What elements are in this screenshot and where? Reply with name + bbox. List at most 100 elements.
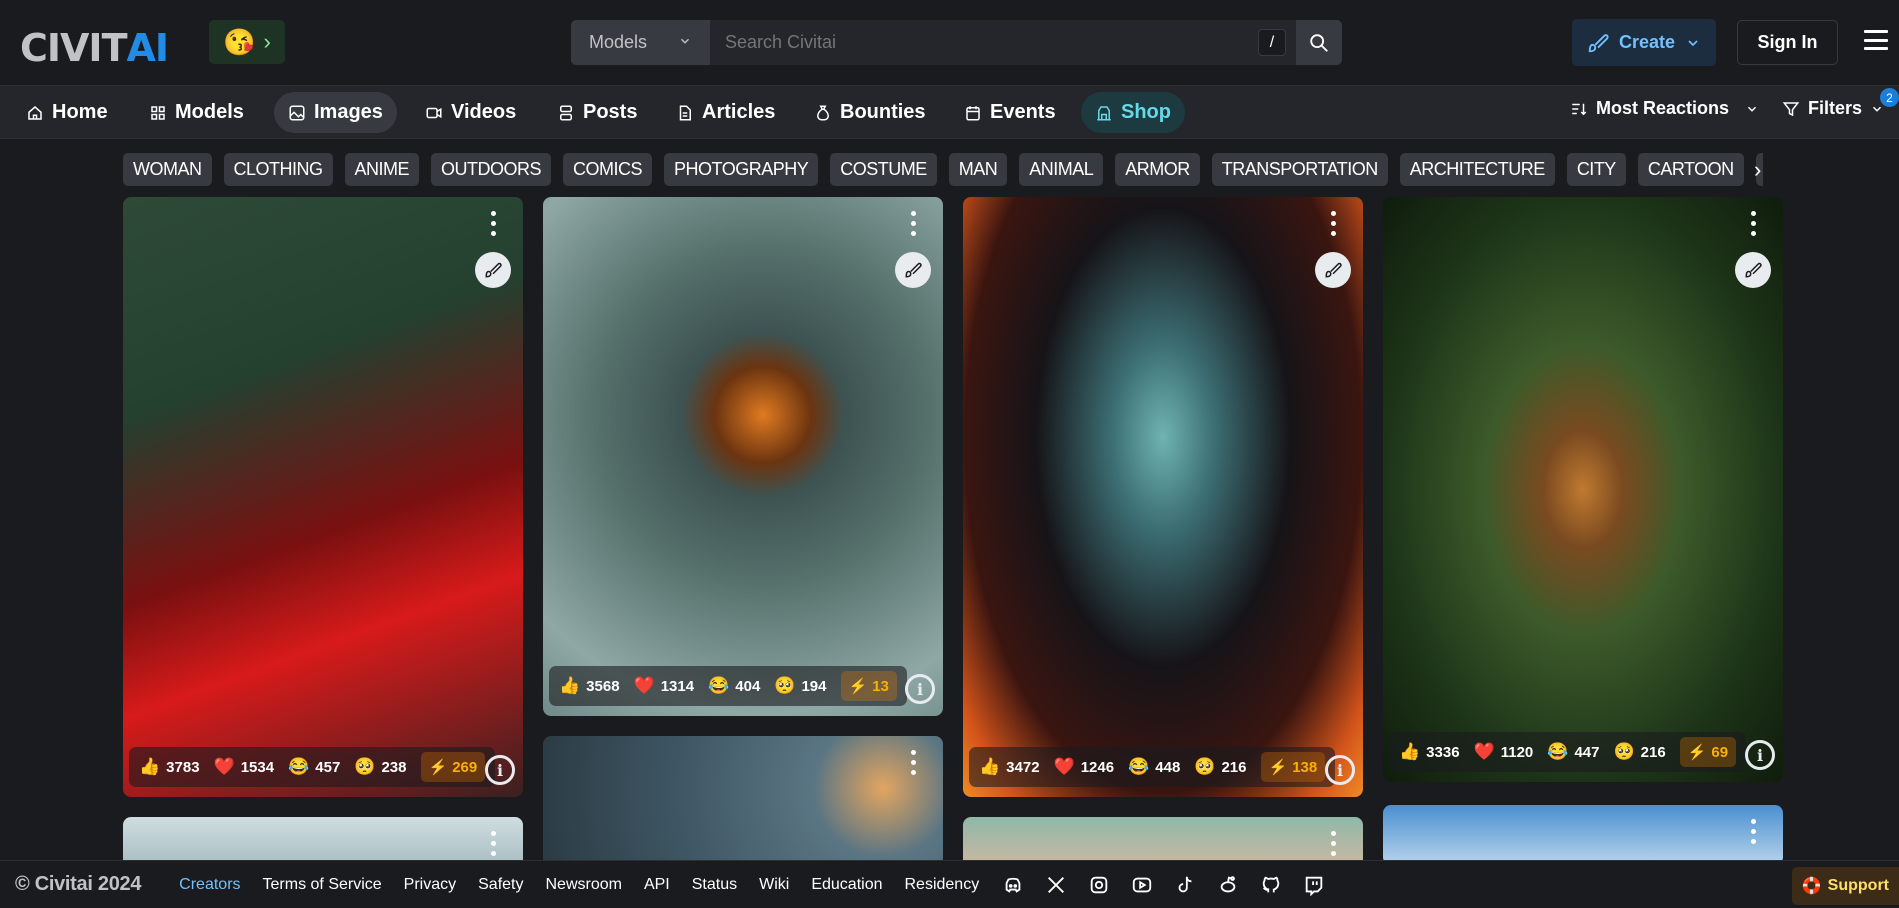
info-icon[interactable]: i — [905, 674, 935, 704]
tag-chip[interactable]: ARMOR — [1115, 153, 1200, 186]
footer-link-safety[interactable]: Safety — [478, 876, 523, 894]
nav-events[interactable]: Events — [950, 92, 1070, 133]
twitch-icon[interactable] — [1302, 873, 1326, 897]
nav-shop[interactable]: Shop — [1081, 92, 1185, 133]
remix-button[interactable] — [1315, 252, 1351, 288]
heart-reaction[interactable]: ❤️ 1534 — [214, 757, 275, 777]
nav-bounties[interactable]: Bounties — [800, 92, 940, 133]
youtube-icon[interactable] — [1130, 873, 1154, 897]
tag-chip[interactable]: CLOTHING — [223, 153, 333, 186]
image-card[interactable]: 👍 3783 ❤️ 1534 😂 457 🥺 238 ⚡ 269 i — [123, 197, 523, 797]
laugh-reaction[interactable]: 😂 404 — [708, 676, 760, 696]
image-card[interactable]: 👍 3472 ❤️ 1246 😂 448 🥺 216 ⚡ 138 i — [963, 197, 1363, 797]
tag-chip[interactable]: CITY — [1566, 153, 1626, 186]
tag-chip[interactable]: CARTOON — [1637, 153, 1744, 186]
remix-button[interactable] — [1735, 252, 1771, 288]
buzz-tip[interactable]: ⚡ 69 — [1679, 737, 1737, 767]
hamburger-menu-icon[interactable] — [1864, 30, 1888, 50]
image-card[interactable]: 👍 3336 ❤️ 1120 😂 447 🥺 216 ⚡ 69 i — [1383, 197, 1783, 782]
thumbs-up-icon: 👍 — [139, 757, 161, 776]
more-menu-icon[interactable] — [491, 831, 497, 856]
reddit-icon[interactable] — [1216, 873, 1240, 897]
cry-reaction[interactable]: 🥺 216 — [1613, 742, 1665, 762]
nav-videos[interactable]: Videos — [411, 92, 530, 133]
search-scope-select[interactable]: Models — [571, 20, 710, 65]
tag-chip[interactable]: OUTDOORS — [431, 153, 552, 186]
tag-chip[interactable]: MAN — [948, 153, 1008, 186]
cry-reaction[interactable]: 🥺 216 — [1194, 757, 1246, 777]
more-menu-icon[interactable] — [1331, 211, 1337, 236]
footer-link-terms[interactable]: Terms of Service — [263, 876, 382, 894]
emoji-button[interactable]: 😘 › — [209, 20, 285, 64]
footer-link-api[interactable]: API — [644, 876, 670, 894]
footer-link-privacy[interactable]: Privacy — [404, 876, 456, 894]
instagram-icon[interactable] — [1087, 873, 1111, 897]
info-icon[interactable]: i — [485, 755, 515, 785]
x-icon[interactable] — [1044, 873, 1068, 897]
more-menu-icon[interactable] — [911, 750, 917, 775]
cry-reaction[interactable]: 🥺 194 — [774, 676, 826, 696]
footer-link-creators[interactable]: Creators — [179, 876, 240, 894]
remix-button[interactable] — [475, 252, 511, 288]
image-card[interactable] — [543, 736, 943, 866]
buzz-tip[interactable]: ⚡ 13 — [840, 671, 897, 701]
filters-dropdown[interactable]: Filters — [1782, 98, 1884, 119]
buzz-tip[interactable]: ⚡ 138 — [1260, 752, 1326, 782]
discord-icon[interactable] — [1001, 873, 1025, 897]
tag-chip[interactable]: ARCHITECTURE — [1399, 153, 1555, 186]
info-icon[interactable]: i — [1745, 740, 1775, 770]
nav-posts[interactable]: Posts — [543, 92, 651, 133]
tag-chip[interactable]: ANIME — [344, 153, 420, 186]
heart-reaction[interactable]: ❤️ 1314 — [634, 676, 695, 696]
more-menu-icon[interactable] — [911, 211, 917, 236]
civitai-logo[interactable]: CIVIT AI — [20, 26, 169, 70]
remix-button[interactable] — [895, 252, 931, 288]
more-menu-icon[interactable] — [1751, 819, 1757, 844]
heart-reaction[interactable]: ❤️ 1120 — [1474, 742, 1534, 762]
tag-chip[interactable]: WOMAN — [123, 153, 212, 186]
footer-link-newsroom[interactable]: Newsroom — [545, 876, 621, 894]
like-reaction[interactable]: 👍 3568 — [559, 676, 620, 696]
more-menu-icon[interactable] — [1331, 831, 1337, 856]
nav-images[interactable]: Images — [274, 92, 397, 133]
footer-link-wiki[interactable]: Wiki — [759, 876, 789, 894]
github-icon[interactable] — [1259, 873, 1283, 897]
tag-chip[interactable]: COMICS — [563, 153, 653, 186]
image-card[interactable]: 👍 3568 ❤️ 1314 😂 404 🥺 194 ⚡ 13 i — [543, 197, 943, 716]
support-button[interactable]: 🛟 Support — [1791, 867, 1899, 905]
sign-in-button[interactable]: Sign In — [1737, 20, 1838, 65]
like-reaction[interactable]: 👍 3783 — [139, 757, 200, 777]
like-reaction[interactable]: 👍 3336 — [1399, 742, 1460, 762]
cry-reaction[interactable]: 🥺 238 — [354, 757, 406, 777]
social-links — [1001, 873, 1326, 897]
home-icon — [28, 105, 42, 120]
tag-chip[interactable]: ANIMAL — [1019, 153, 1104, 186]
nav-models[interactable]: Models — [135, 92, 258, 133]
more-menu-icon[interactable] — [1751, 211, 1757, 236]
info-icon[interactable]: i — [1325, 755, 1355, 785]
reaction-bar: 👍 3783 ❤️ 1534 😂 457 🥺 238 ⚡ 269 — [129, 747, 496, 787]
tag-chip[interactable]: PHOTOGRAPHY — [664, 153, 819, 186]
tag-chip[interactable]: COSTUME — [830, 153, 937, 186]
laugh-reaction[interactable]: 😂 447 — [1547, 742, 1599, 762]
footer-link-status[interactable]: Status — [692, 876, 737, 894]
heart-reaction[interactable]: ❤️ 1246 — [1054, 757, 1115, 777]
search-input[interactable] — [710, 20, 1296, 65]
like-reaction[interactable]: 👍 3472 — [979, 757, 1040, 777]
image-card[interactable] — [1383, 805, 1783, 865]
search-button[interactable] — [1296, 20, 1342, 65]
footer-link-residency[interactable]: Residency — [905, 876, 980, 894]
nav-home[interactable]: Home — [12, 92, 122, 133]
brush-icon — [1325, 262, 1342, 278]
more-menu-icon[interactable] — [491, 211, 497, 236]
tag-chip[interactable]: TRANSPORTATION — [1211, 153, 1388, 186]
create-button[interactable]: Create — [1572, 19, 1716, 66]
sort-dropdown[interactable]: Most Reactions — [1570, 98, 1759, 119]
tags-scroll-right-icon[interactable]: › — [1754, 153, 1776, 186]
buzz-tip[interactable]: ⚡ 269 — [420, 752, 486, 782]
footer-link-education[interactable]: Education — [811, 876, 882, 894]
tiktok-icon[interactable] — [1173, 873, 1197, 897]
laugh-reaction[interactable]: 😂 448 — [1128, 757, 1180, 777]
laugh-reaction[interactable]: 😂 457 — [288, 757, 340, 777]
nav-articles[interactable]: Articles — [662, 92, 789, 133]
